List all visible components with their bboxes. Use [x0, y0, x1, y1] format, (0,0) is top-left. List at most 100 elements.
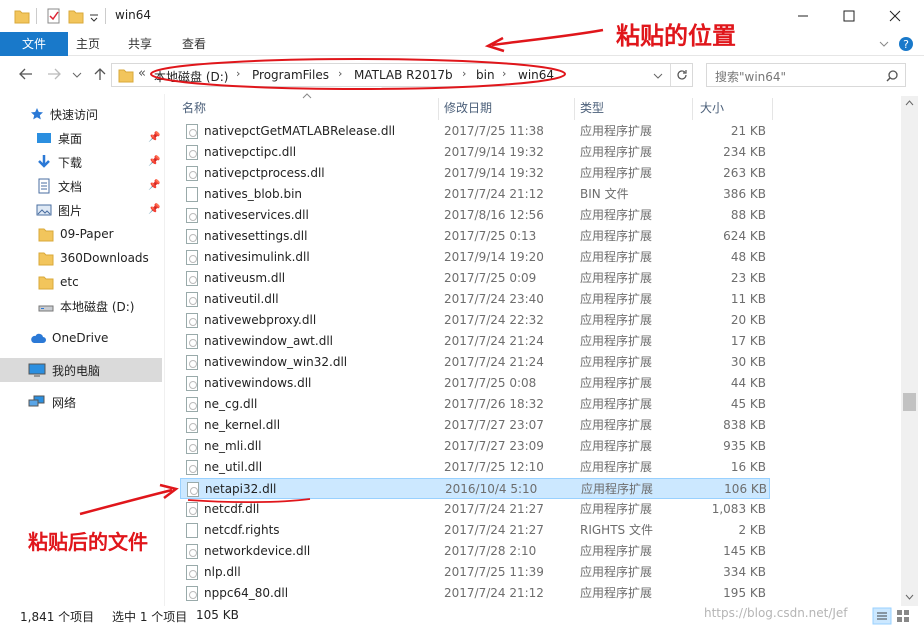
file-row[interactable]: nativewindow_awt.dll 2017/7/24 21:24 应用程序扩…: [180, 331, 770, 352]
large-icons-view-icon[interactable]: [897, 610, 902, 615]
file-row[interactable]: nlp.dll 2017/7/25 11:39 应用程序扩展 334 KB: [180, 562, 770, 583]
crumb-overflow[interactable]: «: [138, 66, 146, 81]
file-row[interactable]: nativesettings.dll 2017/7/25 0:13 应用程序扩展 62…: [180, 226, 770, 247]
nav-label: 网络: [52, 395, 77, 410]
dll-file-icon: [186, 124, 198, 139]
properties-icon[interactable]: [46, 7, 62, 25]
file-row[interactable]: netcdf.dll 2017/7/24 21:27 应用程序扩展 1,083 KB: [180, 499, 770, 520]
file-row[interactable]: ne_mli.dll 2017/7/27 23:09 应用程序扩展 935 KB: [180, 436, 770, 457]
nav-drive-d[interactable]: 本地磁盘 (D:): [38, 294, 200, 318]
scroll-down-icon[interactable]: [905, 594, 914, 600]
file-row[interactable]: nativeutil.dll 2017/7/24 23:40 应用程序扩展 11 KB: [180, 289, 770, 310]
file-row[interactable]: nativeusm.dll 2017/7/25 0:09 应用程序扩展 23 KB: [180, 268, 770, 289]
nav-folder-09paper[interactable]: 09-Paper: [38, 222, 200, 246]
scrollbar-thumb[interactable]: [903, 393, 916, 411]
file-row[interactable]: nativewindow_win32.dll 2017/7/24 21:24 应用程…: [180, 352, 770, 373]
file-row[interactable]: nativepctprocess.dll 2017/9/14 19:32 应用程序扩…: [180, 163, 770, 184]
nav-desktop[interactable]: 桌面 📌: [36, 126, 198, 150]
crumb-matlab[interactable]: MATLAB R2017b: [354, 68, 453, 82]
tab-view[interactable]: 查看: [174, 32, 214, 56]
file-row[interactable]: nativepctGetMATLABRelease.dll 2017/7/25 1…: [180, 121, 770, 142]
tab-share[interactable]: 共享: [120, 32, 160, 56]
minimize-button[interactable]: [780, 0, 826, 32]
tab-file[interactable]: 文件: [0, 32, 68, 56]
new-folder-icon[interactable]: [68, 7, 84, 25]
nav-label: 图片: [58, 203, 83, 218]
file-row[interactable]: netapi32.dll 2016/10/4 5:10 应用程序扩展 106 KB: [180, 478, 770, 499]
file-date: 2017/7/27 23:07: [444, 418, 544, 432]
file-row[interactable]: netcdf.rights 2017/7/24 21:27 RIGHTS 文件 2 K…: [180, 520, 770, 541]
maximize-button[interactable]: [826, 0, 872, 32]
file-type: 应用程序扩展: [580, 166, 653, 180]
file-row[interactable]: ne_kernel.dll 2017/7/27 23:07 应用程序扩展 838 KB: [180, 415, 770, 436]
chevron-down-icon[interactable]: [88, 7, 100, 25]
chevron-down-icon[interactable]: [653, 71, 663, 81]
nav-pictures[interactable]: 图片 📌: [36, 198, 198, 222]
search-input[interactable]: 搜索"win64": [715, 68, 786, 85]
file-row[interactable]: nativeservices.dll 2017/8/16 12:56 应用程序扩展 8…: [180, 205, 770, 226]
window-title: win64: [115, 8, 152, 22]
refresh-icon[interactable]: [675, 68, 689, 82]
tab-home[interactable]: 主页: [68, 32, 108, 56]
computer-icon: [28, 363, 46, 377]
nav-quick-access[interactable]: 快速访问: [30, 102, 192, 126]
forward-icon[interactable]: [46, 67, 62, 81]
nav-label: 360Downloads: [60, 251, 149, 265]
back-icon[interactable]: [18, 67, 34, 81]
desktop-icon: [37, 133, 51, 143]
column-header-size[interactable]: 大小: [700, 96, 724, 120]
column-header-type[interactable]: 类型: [580, 96, 604, 120]
dll-file-icon: [186, 460, 198, 475]
file-row[interactable]: networkdevice.dll 2017/7/28 2:10 应用程序扩展 145…: [180, 541, 770, 562]
crumb-drive[interactable]: 本地磁盘 (D:): [154, 68, 228, 85]
file-row[interactable]: nativewebproxy.dll 2017/7/24 22:32 应用程序扩展 2…: [180, 310, 770, 331]
annotation-pasted-file: 粘贴后的文件: [28, 530, 148, 554]
address-bar[interactable]: « 本地磁盘 (D:) › ProgramFiles › MATLAB R201…: [111, 63, 693, 87]
status-size: 105 KB: [196, 608, 239, 622]
file-date: 2017/7/25 0:09: [444, 271, 537, 285]
chevron-down-icon[interactable]: [72, 70, 82, 80]
file-size: 17 KB: [730, 334, 766, 348]
crumb-win64[interactable]: win64: [518, 68, 554, 82]
scroll-up-icon[interactable]: [905, 100, 914, 106]
file-row[interactable]: ne_cg.dll 2017/7/26 18:32 应用程序扩展 45 KB: [180, 394, 770, 415]
folder-icon[interactable]: [14, 7, 30, 25]
column-header-date[interactable]: 修改日期: [444, 96, 492, 120]
chevron-down-icon[interactable]: [878, 39, 890, 49]
file-name: nativewebproxy.dll: [204, 313, 317, 327]
file-date: 2017/7/24 21:24: [444, 355, 544, 369]
nav-label: 09-Paper: [60, 227, 114, 241]
nav-network[interactable]: 网络: [28, 390, 190, 414]
nav-this-pc[interactable]: 我的电脑: [0, 358, 162, 382]
column-header-name[interactable]: 名称: [182, 96, 206, 120]
close-button[interactable]: [872, 0, 918, 32]
nav-onedrive[interactable]: OneDrive: [30, 326, 192, 350]
file-size: 1,083 KB: [711, 502, 766, 516]
search-icon[interactable]: [885, 69, 899, 83]
nav-folder-etc[interactable]: etc: [38, 270, 200, 294]
up-icon[interactable]: [92, 66, 108, 82]
nav-documents[interactable]: 文档 📌: [36, 174, 198, 198]
file-name: ne_mli.dll: [204, 439, 262, 453]
crumb-programfiles[interactable]: ProgramFiles: [252, 68, 329, 82]
file-type: 应用程序扩展: [580, 208, 653, 222]
file-row[interactable]: nativesimulink.dll 2017/9/14 19:20 应用程序扩展 4…: [180, 247, 770, 268]
dll-file-icon: [186, 271, 198, 286]
file-row[interactable]: ne_util.dll 2017/7/25 12:10 应用程序扩展 16 KB: [180, 457, 770, 478]
search-box[interactable]: 搜索"win64": [706, 63, 906, 87]
file-row[interactable]: nativewindows.dll 2017/7/25 0:08 应用程序扩展 44 …: [180, 373, 770, 394]
file-size: 838 KB: [723, 418, 766, 432]
nav-downloads[interactable]: 下载 📌: [36, 150, 198, 174]
file-row[interactable]: nativepctipc.dll 2017/9/14 19:32 应用程序扩展 234…: [180, 142, 770, 163]
vertical-scrollbar[interactable]: [901, 96, 918, 606]
dll-file-icon: [186, 565, 198, 580]
help-icon[interactable]: ?: [898, 36, 914, 52]
dll-file-icon: [186, 250, 198, 265]
file-row[interactable]: nppc64_80.dll 2017/7/24 21:12 应用程序扩展 195 KB: [180, 583, 770, 604]
nav-folder-360downloads[interactable]: 360Downloads: [38, 246, 200, 270]
file-date: 2017/7/24 21:27: [444, 502, 544, 516]
file-row[interactable]: natives_blob.bin 2017/7/24 21:12 BIN 文件 386…: [180, 184, 770, 205]
file-name: netcdf.rights: [204, 523, 280, 537]
crumb-bin[interactable]: bin: [476, 68, 495, 82]
dll-file-icon: [186, 376, 198, 391]
